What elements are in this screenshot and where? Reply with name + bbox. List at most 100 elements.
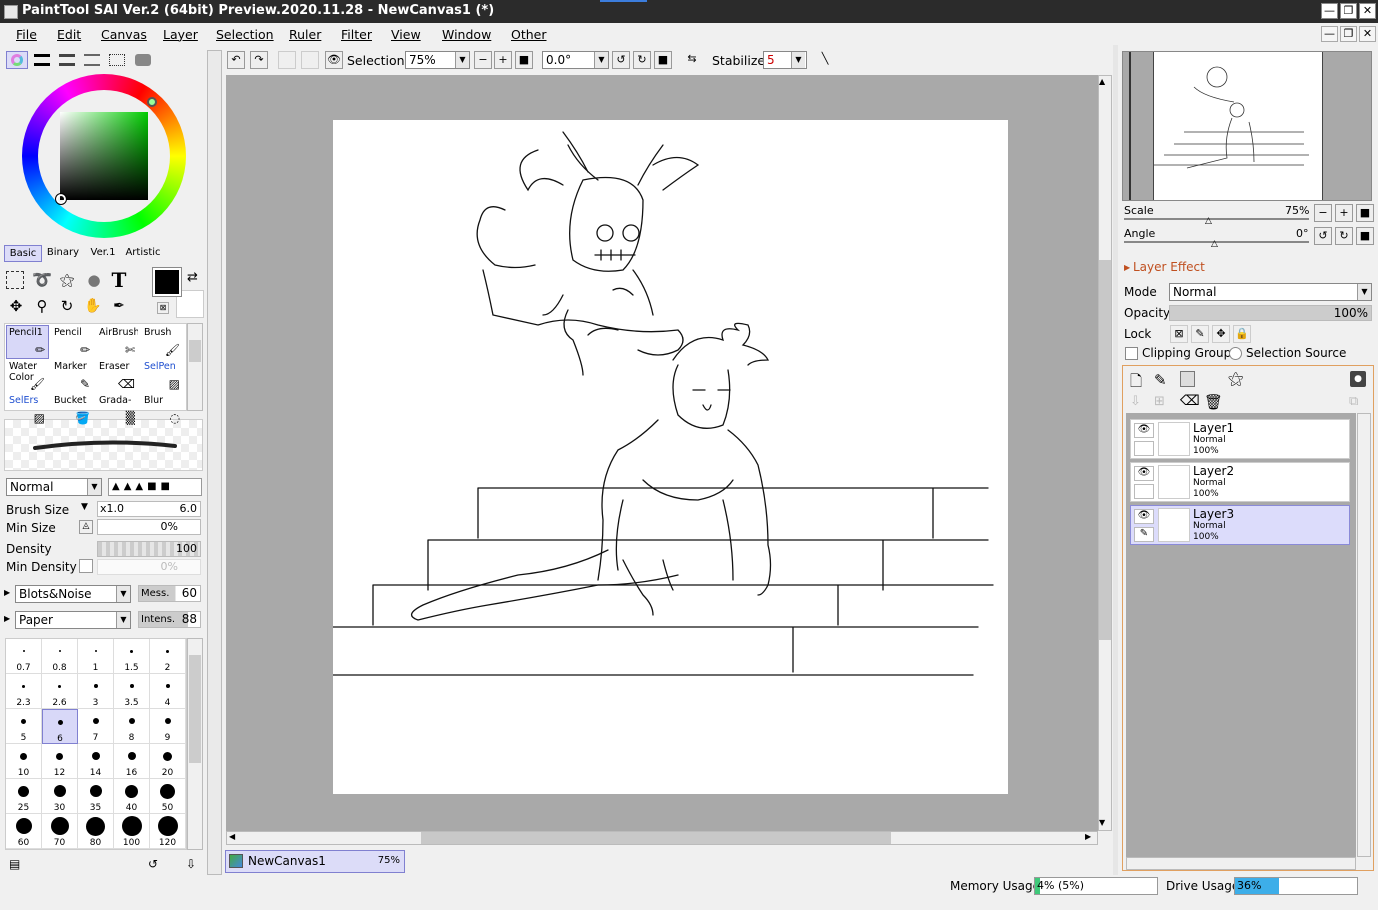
tab-artistic[interactable]: Artistic: [124, 245, 162, 262]
menu-canvas[interactable]: Canvas: [101, 27, 147, 42]
color-mixer-icon[interactable]: [84, 54, 100, 66]
tool-grada-[interactable]: Grada- ▒: [96, 393, 139, 427]
eye-icon[interactable]: 👁: [1134, 466, 1154, 481]
menu-view[interactable]: View: [391, 27, 421, 42]
brush-size-cell[interactable]: 60: [6, 814, 42, 849]
invert-selection-button[interactable]: [301, 51, 319, 69]
menu-ruler[interactable]: Ruler: [289, 27, 321, 42]
doc-restore-button[interactable]: ❐: [1340, 26, 1357, 42]
brush-size-cell[interactable]: 14: [78, 744, 114, 779]
redo-button[interactable]: ↷: [250, 51, 268, 69]
layer-row[interactable]: 👁 Layer2 Normal 100%: [1130, 462, 1350, 502]
rotate-left-button[interactable]: ↺: [612, 51, 630, 69]
doc-minimize-button[interactable]: —: [1321, 26, 1338, 42]
tool-pencil1[interactable]: Pencil1 ✏: [6, 325, 49, 359]
brush-size-cell[interactable]: 40: [114, 779, 150, 814]
tool-airbrush[interactable]: AirBrush ✄: [96, 325, 139, 359]
saturation-value-square[interactable]: [60, 112, 148, 200]
layer-row[interactable]: 👁 Layer1 Normal 100%: [1130, 419, 1350, 459]
left-divider[interactable]: [207, 50, 222, 875]
hue-handle[interactable]: [147, 97, 157, 107]
tab-binary[interactable]: Binary: [44, 245, 82, 262]
brush-size-cell[interactable]: 25: [6, 779, 42, 814]
scroll-right-icon[interactable]: ▶: [1085, 832, 1091, 841]
doc-close-button[interactable]: ✕: [1359, 26, 1376, 42]
brush-size-cell[interactable]: 100: [114, 814, 150, 849]
texture1-select[interactable]: Blots&Noise: [15, 585, 131, 603]
scroll-up-icon[interactable]: ▲: [1099, 77, 1105, 86]
sv-handle[interactable]: [55, 193, 67, 205]
brush-size-cell[interactable]: 8: [114, 709, 150, 744]
clear-layer-icon[interactable]: ⌫: [1180, 393, 1200, 409]
scale-slider-handle[interactable]: △: [1205, 216, 1212, 226]
brush-size-cell[interactable]: 1: [78, 639, 114, 674]
expand-triangle-icon[interactable]: ▶: [4, 588, 10, 598]
color-wheel-mode-icon[interactable]: [6, 51, 28, 69]
transparent-color-icon[interactable]: ⊠: [157, 302, 169, 314]
opacity-slider[interactable]: 100%: [1169, 305, 1372, 321]
new-layer-icon[interactable]: 🗋: [1130, 371, 1142, 396]
brush-size-cell[interactable]: 9: [150, 709, 186, 744]
swap-colors-icon[interactable]: ⇄: [187, 270, 198, 285]
brush-size-cell[interactable]: 2: [150, 639, 186, 674]
lock-transparency-icon[interactable]: ⊠: [1170, 325, 1188, 343]
tool-water-color[interactable]: Water Color 🖌: [6, 359, 49, 393]
brush-size-cell[interactable]: 35: [78, 779, 114, 814]
tool-selers[interactable]: SelErs ▨: [6, 393, 49, 427]
menu-other[interactable]: Other: [511, 27, 547, 42]
menu-selection[interactable]: Selection: [216, 27, 274, 42]
layer-effects-icon[interactable]: ⚝: [1228, 369, 1244, 389]
layer-mode-select[interactable]: Normal: [1169, 283, 1372, 301]
brush-size-cell[interactable]: 70: [42, 814, 78, 849]
deselect-button[interactable]: [278, 51, 296, 69]
foreground-color-swatch[interactable]: [152, 267, 182, 297]
brush-size-cell[interactable]: 2.6: [42, 674, 78, 709]
hand-icon[interactable]: ✋: [83, 297, 103, 315]
tool-blur[interactable]: Blur ◌: [141, 393, 184, 427]
texture2-select[interactable]: Paper: [15, 611, 131, 629]
eye-icon[interactable]: 👁: [325, 51, 343, 69]
clipping-group-checkbox[interactable]: [1125, 347, 1138, 360]
scale-reset-button[interactable]: ■: [1356, 204, 1374, 222]
brush-size-cell[interactable]: 6: [42, 709, 78, 744]
brush-size-cell[interactable]: 30: [42, 779, 78, 814]
brush-size-cell[interactable]: 0.8: [42, 639, 78, 674]
tool-marker[interactable]: Marker ✎: [51, 359, 94, 393]
brush-size-cell[interactable]: 50: [150, 779, 186, 814]
menu-file[interactable]: File: [16, 27, 37, 42]
magic-wand-icon[interactable]: ⚝: [57, 271, 77, 289]
expand-triangle-icon[interactable]: ▶: [4, 614, 10, 624]
eye-icon[interactable]: 👁: [1134, 423, 1154, 438]
brush-size-cell[interactable]: 120: [150, 814, 186, 849]
swatch-icon[interactable]: [109, 54, 125, 66]
tool-grid-scroll-thumb[interactable]: [189, 340, 201, 362]
save-settings-icon[interactable]: ⇩: [186, 857, 196, 871]
pressure-icon[interactable]: ◬: [79, 520, 93, 534]
brush-size-cell[interactable]: 3: [78, 674, 114, 709]
undo-button[interactable]: ↶: [227, 51, 245, 69]
scroll-left-icon[interactable]: ◀: [229, 832, 235, 841]
zoom-icon[interactable]: ⚲: [32, 297, 52, 315]
layer-lock-slot[interactable]: [1134, 484, 1154, 499]
layer-list-scrollbar[interactable]: [1357, 413, 1371, 857]
rotate-right-button[interactable]: ↻: [633, 51, 651, 69]
brush-size-cell[interactable]: 5: [6, 709, 42, 744]
canvas-tab[interactable]: NewCanvas1 75%: [225, 850, 405, 873]
min-density-field[interactable]: 0%: [97, 559, 201, 575]
angle-reset-button[interactable]: ■: [1356, 227, 1374, 245]
lock-paint-icon[interactable]: ✎: [1191, 325, 1209, 343]
move-icon[interactable]: ✥: [6, 297, 26, 315]
canvas-vscroll-thumb[interactable]: [1099, 260, 1111, 640]
texture2-strength[interactable]: Intens. 88: [138, 611, 201, 628]
brush-size-cell[interactable]: 12: [42, 744, 78, 779]
menu-filter[interactable]: Filter: [341, 27, 372, 42]
layer-list-hscrollbar[interactable]: [1126, 857, 1356, 870]
expand-triangle-icon[interactable]: ▶: [1124, 263, 1130, 272]
undo-rotate-icon[interactable]: ↺: [148, 857, 158, 871]
restore-button[interactable]: ❐: [1340, 3, 1357, 19]
hsv-slider-icon[interactable]: [59, 54, 75, 66]
shape-icon[interactable]: ●: [84, 271, 104, 289]
pencil-icon[interactable]: ✎: [1134, 527, 1154, 542]
straight-line-icon[interactable]: ╲: [816, 51, 834, 69]
rect-select-icon[interactable]: [6, 271, 24, 289]
